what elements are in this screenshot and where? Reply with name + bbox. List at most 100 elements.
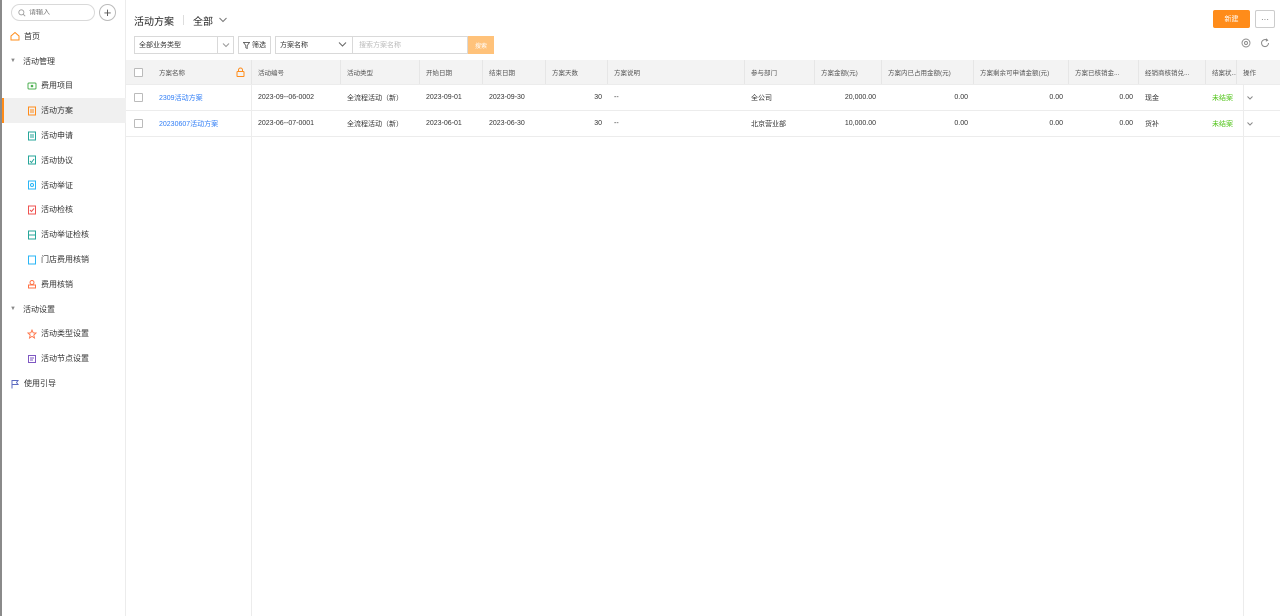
sidebar-item-store-expense[interactable]: 门店费用核销	[2, 247, 126, 272]
dealer-writeoff-cell: 货补	[1145, 120, 1159, 128]
plan-name-link[interactable]: 2309活动方案	[153, 85, 252, 110]
header-cell[interactable]: 经销商核销兑...	[1139, 60, 1206, 84]
header-cell[interactable]: 结束日期	[483, 60, 546, 84]
table-header-row: 方案名称 活动编号 活动类型 开始日期 结束日期 方案天数 方案说明 参与部门 …	[126, 60, 1280, 85]
search-icon	[18, 8, 26, 16]
activity-code-cell: 2023-06--07-0001	[258, 120, 315, 127]
node-settings-icon	[27, 354, 37, 364]
filter-icon	[243, 41, 250, 49]
header-cell[interactable]: 方案金额(元)	[815, 60, 882, 84]
header-cell[interactable]: 参与部门	[745, 60, 815, 84]
row-action-cell[interactable]	[1237, 85, 1274, 110]
proof-icon	[27, 180, 37, 190]
sidebar-item-activity-agreement[interactable]: 活动协议	[2, 148, 126, 173]
refresh-icon[interactable]	[1260, 38, 1270, 48]
add-button[interactable]: +	[99, 4, 116, 21]
filter-button[interactable]: 筛选	[238, 36, 271, 54]
plan-icon	[27, 106, 37, 116]
dealer-writeoff-cell: 现金	[1145, 94, 1159, 102]
end-date-cell: 2023-09-30	[489, 94, 525, 101]
select-all-checkbox[interactable]	[134, 67, 143, 77]
caret-down-icon: ▼	[10, 306, 16, 313]
row-select-cell[interactable]	[126, 111, 153, 136]
plan-amount-cell: 20,000.00	[844, 94, 876, 101]
sidebar-item-home[interactable]: 首页	[2, 24, 126, 49]
sidebar-search[interactable]	[11, 4, 95, 21]
proof-check-icon	[27, 230, 37, 240]
sidebar-search-input[interactable]	[29, 9, 91, 16]
chevron-down-icon[interactable]	[1246, 95, 1254, 101]
table-tools	[1241, 38, 1270, 48]
sidebar-item-label: 使用引导	[24, 379, 56, 389]
header-cell[interactable]: 方案剩余可申请金额(元)	[974, 60, 1069, 84]
start-date-cell: 2023-09-01	[426, 94, 462, 101]
header-cell[interactable]: 方案内已占用金额(元)	[882, 60, 974, 84]
sidebar-item-label: 门店费用核销	[41, 255, 89, 265]
search-field-select[interactable]: 方案名称	[275, 36, 352, 54]
sidebar-item-usage-guide[interactable]: 使用引导	[2, 371, 126, 396]
row-checkbox[interactable]	[134, 93, 143, 102]
application-icon	[27, 131, 37, 141]
store-icon	[27, 255, 37, 265]
search-field-value: 方案名称	[280, 42, 308, 49]
end-date-cell: 2023-06-30	[489, 120, 525, 127]
business-type-value: 全部业务类型	[139, 42, 181, 49]
settings-icon[interactable]	[1241, 38, 1251, 48]
row-select-cell[interactable]	[126, 85, 153, 110]
sidebar-item-label: 活动举证	[41, 180, 73, 190]
sidebar-item-label: 活动管理	[23, 56, 55, 66]
scope-label: 全部	[193, 16, 213, 28]
keyword-input[interactable]: 搜索方案名称	[352, 36, 468, 54]
header-cell[interactable]: 活动类型	[341, 60, 420, 84]
sidebar-group-activity-settings[interactable]: ▼ 活动设置	[2, 297, 126, 322]
header-cell[interactable]: 开始日期	[420, 60, 483, 84]
plan-desc-cell: --	[614, 120, 619, 127]
new-button[interactable]: 新建	[1213, 10, 1250, 28]
sidebar-item-label: 活动申请	[41, 131, 73, 141]
sidebar-item-label: 活动检核	[41, 205, 73, 215]
header-cell[interactable]: 方案天数	[546, 60, 608, 84]
sidebar-item-expense-items[interactable]: 费用项目	[2, 74, 126, 99]
business-type-select[interactable]: 全部业务类型	[134, 36, 234, 54]
sidebar-item-activity-application[interactable]: 活动申请	[2, 123, 126, 148]
header-cell: 操作	[1243, 70, 1256, 77]
plan-amount-cell: 10,000.00	[844, 120, 876, 127]
chevron-down-icon[interactable]	[1246, 121, 1254, 127]
sidebar-item-activity-proof[interactable]: 活动举证	[2, 173, 126, 198]
lock-icon[interactable]	[236, 67, 245, 77]
row-checkbox[interactable]	[134, 119, 143, 128]
writeoff-icon	[27, 279, 37, 289]
plan-name-link[interactable]: 20230607活动方案	[153, 111, 252, 136]
sidebar-item-proof-check[interactable]: 活动举证检核	[2, 222, 126, 247]
sidebar-item-expense-writeoff[interactable]: 费用核销	[2, 272, 126, 297]
flag-icon	[10, 379, 20, 389]
column-divider	[251, 60, 252, 616]
header-cell[interactable]: 方案说明	[608, 60, 745, 84]
sidebar-item-activity-plan[interactable]: 活动方案	[2, 98, 126, 124]
header-cell[interactable]: 方案已核销金...	[1069, 60, 1139, 84]
sidebar-item-label: 首页	[24, 31, 40, 41]
sidebar-item-label: 活动设置	[23, 304, 55, 314]
table-row[interactable]: 2309活动方案 2023-09--06-0002 全流程活动（新） 2023-…	[126, 85, 1280, 111]
sidebar-item-label: 活动协议	[41, 155, 73, 165]
sidebar-item-activity-type-settings[interactable]: 活动类型设置	[2, 322, 126, 347]
row-action-cell[interactable]	[1237, 111, 1274, 136]
column-divider	[1243, 60, 1244, 616]
header-cell[interactable]: 活动编号	[252, 60, 341, 84]
status-badge: 未结案	[1212, 120, 1233, 128]
sidebar-item-label: 费用核销	[41, 279, 73, 289]
header-cell[interactable]: 结案状...	[1206, 60, 1237, 84]
search-button[interactable]: 搜索	[468, 36, 494, 54]
activity-type-cell: 全流程活动（新）	[347, 94, 403, 102]
scope-dropdown[interactable]: 全部	[193, 13, 228, 28]
select-all-cell[interactable]	[126, 60, 153, 84]
check-icon	[27, 205, 37, 215]
more-button[interactable]: ···	[1255, 10, 1275, 28]
page-title: 活动方案	[134, 16, 174, 28]
sidebar-item-activity-check[interactable]: 活动检核	[2, 198, 126, 223]
header-cell[interactable]: 方案名称	[153, 60, 252, 84]
filter-bar: 全部业务类型 筛选 方案名称 搜索方案名称 搜索	[134, 36, 494, 54]
table-row[interactable]: 20230607活动方案 2023-06--07-0001 全流程活动（新） 2…	[126, 111, 1280, 137]
sidebar-group-activity-management[interactable]: ▼ 活动管理	[2, 49, 126, 74]
sidebar-item-activity-node-settings[interactable]: 活动节点设置	[2, 346, 126, 371]
